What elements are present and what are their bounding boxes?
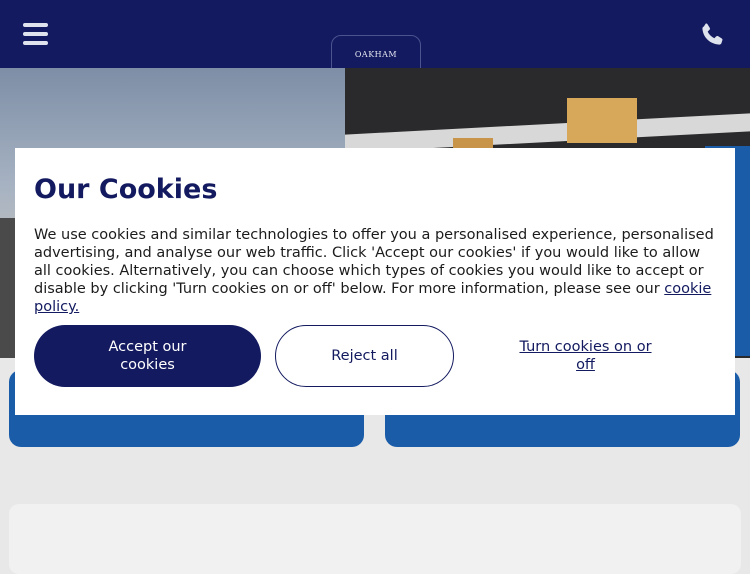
hamburger-menu-icon[interactable] bbox=[23, 23, 48, 45]
content-panel bbox=[9, 504, 741, 574]
cookie-dialog: Our Cookies We use cookies and similar t… bbox=[15, 148, 735, 415]
cookie-dialog-body-text: We use cookies and similar technologies … bbox=[34, 227, 714, 297]
site-header: OAKHAM bbox=[0, 0, 750, 79]
turn-cookies-on-off-link[interactable]: Turn cookies on or off bbox=[503, 325, 668, 387]
window bbox=[567, 98, 637, 143]
reject-all-label: Reject all bbox=[331, 348, 398, 364]
phone-icon[interactable] bbox=[698, 21, 726, 49]
reject-all-button[interactable]: Reject all bbox=[275, 325, 454, 387]
logo-text: OAKHAM bbox=[354, 49, 398, 59]
turn-cookies-on-off-label: Turn cookies on or off bbox=[519, 339, 652, 373]
accept-cookies-label: Accept our cookies bbox=[108, 339, 187, 373]
cookie-dialog-title: Our Cookies bbox=[34, 174, 218, 205]
cookie-dialog-body: We use cookies and similar technologies … bbox=[34, 226, 714, 316]
accept-cookies-button[interactable]: Accept our cookies bbox=[34, 325, 261, 387]
